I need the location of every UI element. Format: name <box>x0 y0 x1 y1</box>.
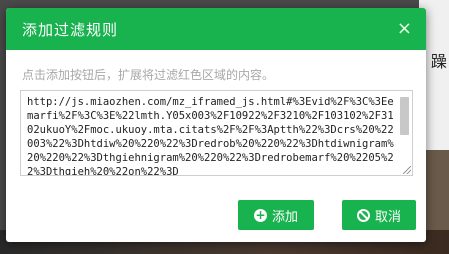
close-icon[interactable]: × <box>397 20 412 38</box>
scrollbar-thumb[interactable] <box>400 97 409 135</box>
cancel-button[interactable]: 取消 <box>342 200 416 230</box>
background-text: 躁 <box>430 52 447 71</box>
dialog-title: 添加过滤规则 <box>22 20 119 39</box>
add-button[interactable]: + 添加 <box>238 200 314 230</box>
filter-rule-dialog: 添加过滤规则 × 点击添加按钮后，扩展将过滤红色区域的内容。 http://js… <box>6 8 426 242</box>
dialog-header: 添加过滤规则 × <box>6 8 426 50</box>
cancel-button-label: 取消 <box>374 209 401 225</box>
rule-textarea-container: http://js.miaozhen.com/mz_iframed_js.htm… <box>20 90 413 176</box>
textarea-scrollbar[interactable] <box>399 93 410 173</box>
rule-textarea[interactable]: http://js.miaozhen.com/mz_iframed_js.htm… <box>21 91 412 175</box>
resize-grip-icon[interactable] <box>403 166 411 174</box>
dialog-hint: 点击添加按钮后，扩展将过滤红色区域的内容。 <box>22 68 275 82</box>
add-button-label: 添加 <box>271 209 298 225</box>
plus-circle-icon: + <box>253 207 267 222</box>
ban-icon <box>356 208 370 222</box>
